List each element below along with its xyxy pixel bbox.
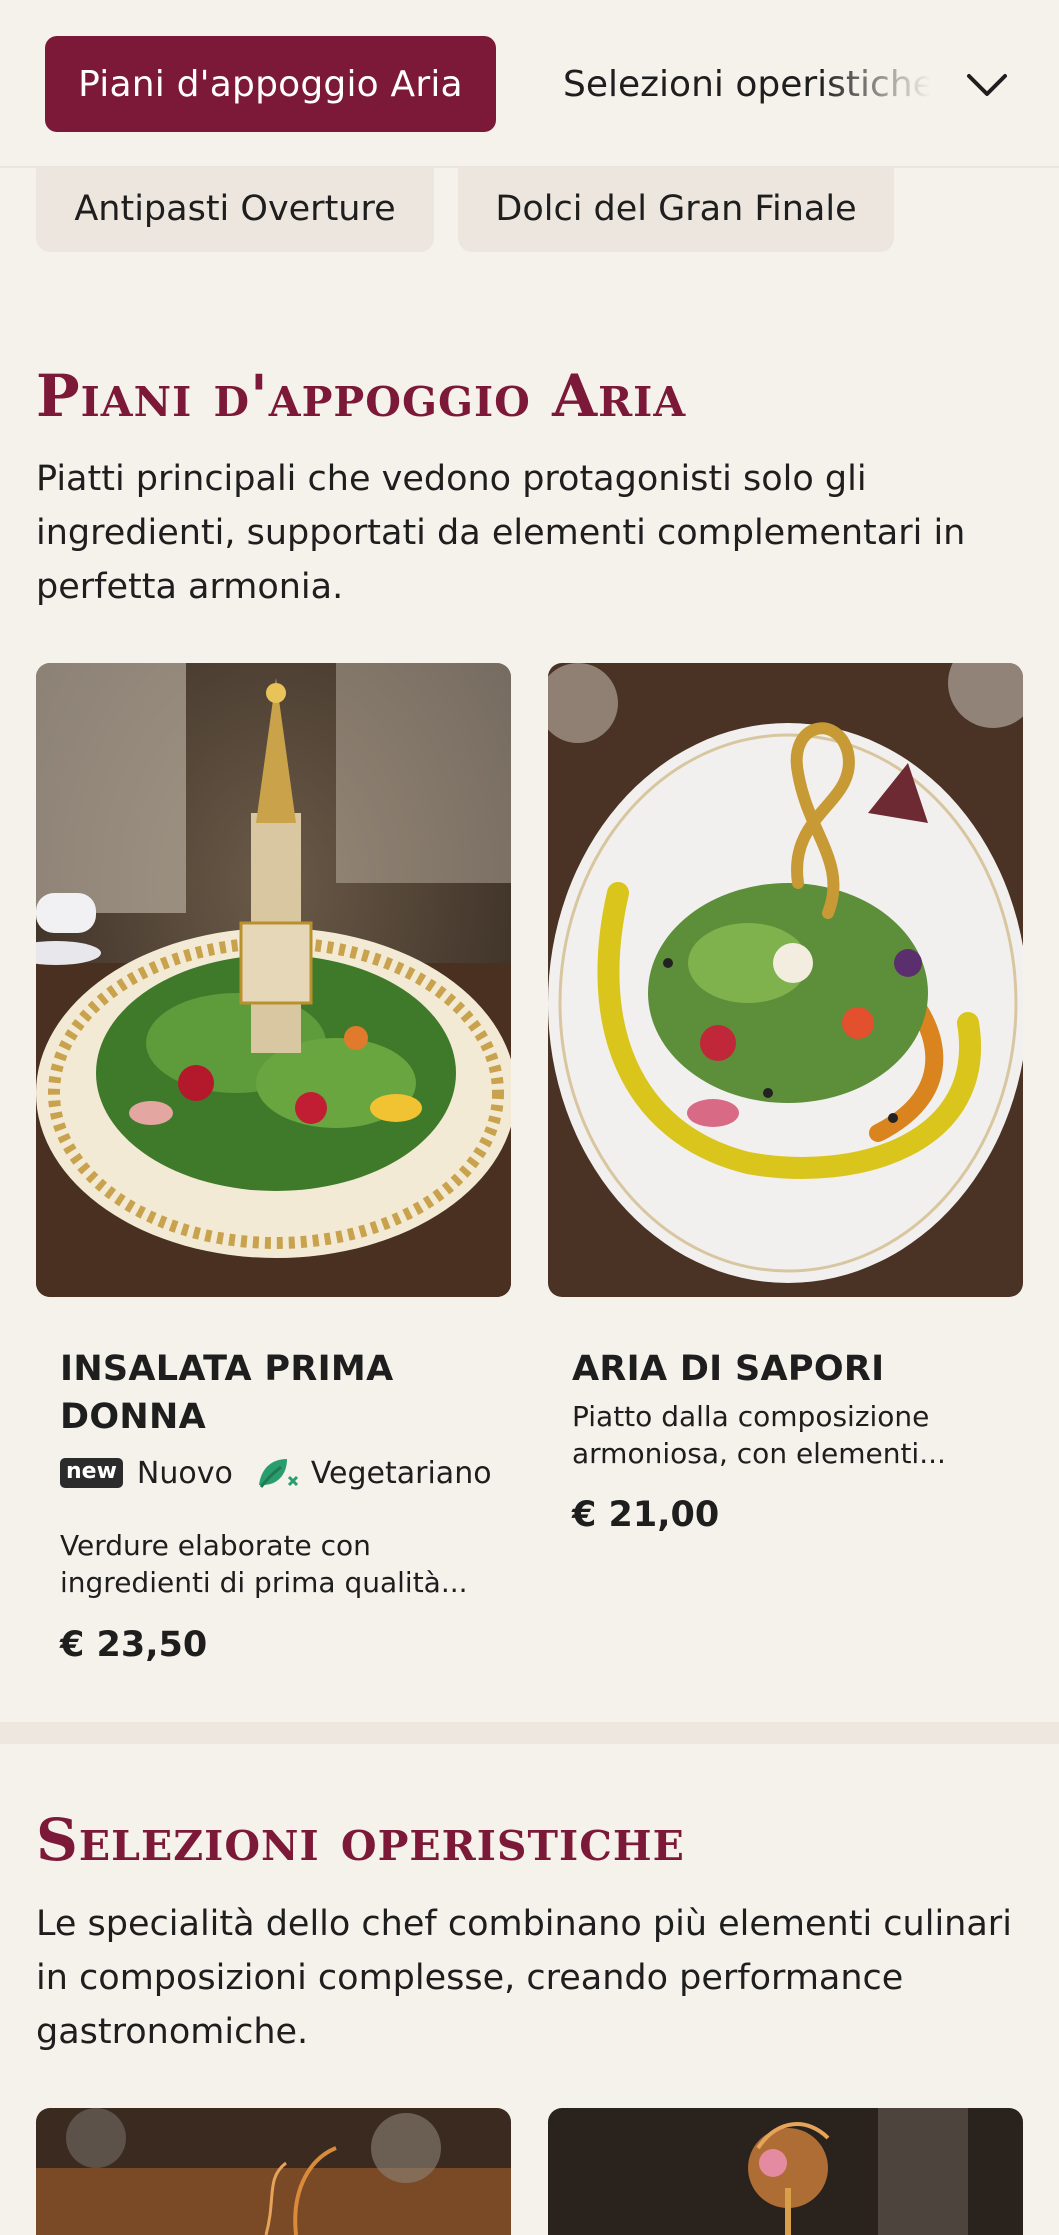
chevron-down-icon[interactable] xyxy=(962,60,1012,110)
new-label: Nuovo xyxy=(136,1455,233,1491)
category-nav: Piani d'appoggio Aria Selezioni operisti… xyxy=(0,0,1059,168)
section-description: Piatti principali che vedono protagonist… xyxy=(36,459,966,607)
tab-antipasti-overture[interactable]: Antipasti Overture xyxy=(36,166,434,252)
dish-description: Piatto dalla composizione armoniosa, con… xyxy=(572,1400,946,1470)
dish-badges: new Nuovo Vegetariano xyxy=(60,1455,492,1491)
section-divider xyxy=(0,1722,1059,1744)
section-description: Le specialità dello chef combinano più e… xyxy=(36,1904,1012,2052)
new-badge: new xyxy=(60,1458,123,1488)
dish-image[interactable] xyxy=(36,2108,511,2235)
dish-image-aria-di-sapori[interactable] xyxy=(548,663,1023,1297)
vegetarian-icon xyxy=(255,1455,299,1491)
dish-image[interactable] xyxy=(548,2108,1023,2235)
section-title: Selezioni operistiche xyxy=(36,1806,685,1874)
tab-dolci-gran-finale[interactable]: Dolci del Gran Finale xyxy=(458,166,894,252)
vegetarian-label: Vegetariano xyxy=(310,1455,492,1491)
dish-name[interactable]: ARIA DI SAPORI xyxy=(572,1345,1012,1393)
tab-piani-appoggio-aria[interactable]: Piani d'appoggio Aria xyxy=(45,36,496,132)
dish-price: € 23,50 xyxy=(60,1625,208,1665)
section-title: Piani d'appoggio Aria xyxy=(36,362,687,430)
dish-name[interactable]: INSALATA PRIMA DONNA xyxy=(60,1345,480,1441)
dish-description: Verdure elaborate con ingredienti di pri… xyxy=(60,1529,468,1599)
nav-scroll-fade xyxy=(820,30,950,138)
dish-image-insalata-prima-donna[interactable] xyxy=(36,663,511,1297)
dish-price: € 21,00 xyxy=(572,1495,720,1535)
